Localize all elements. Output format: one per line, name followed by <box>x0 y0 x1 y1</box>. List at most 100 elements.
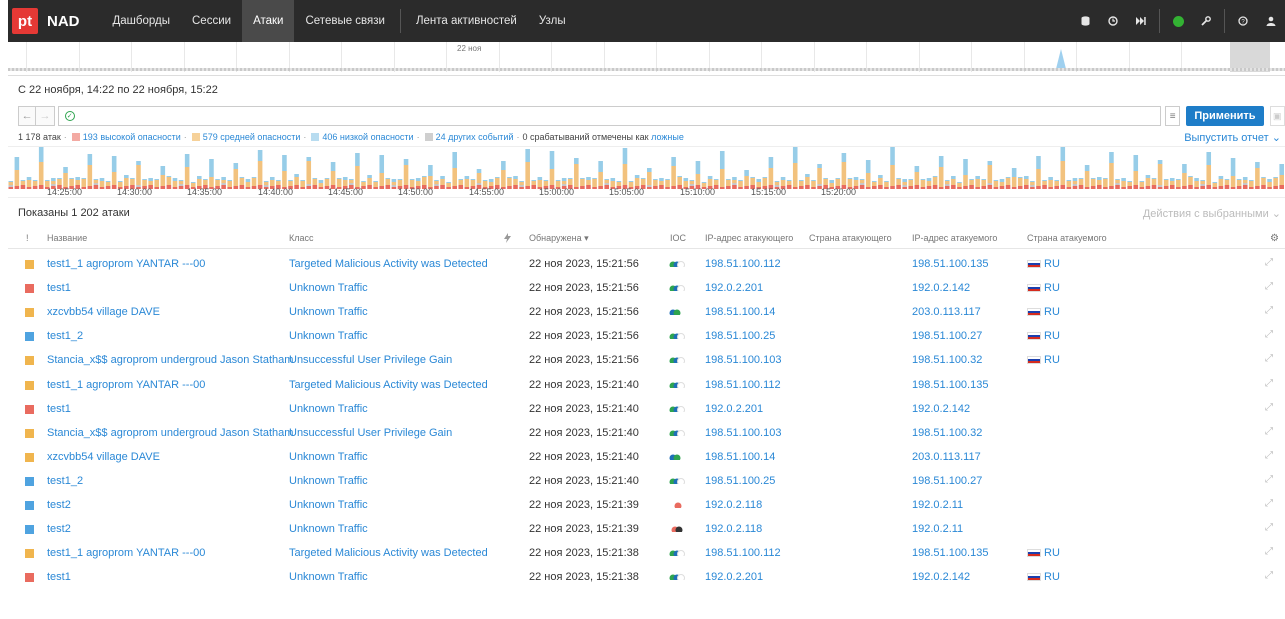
bolt-icon[interactable] <box>504 233 511 245</box>
target-ip-link[interactable]: 192.0.2.11 <box>912 523 963 535</box>
attack-name-link[interactable]: test1_1 agroprom YANTAR ---00 <box>47 379 205 391</box>
target-ip-link[interactable]: 192.0.2.11 <box>912 499 963 511</box>
expand-row-icon[interactable]: ⤢ <box>1265 546 1273 557</box>
table-row[interactable]: test1 Unknown Traffic 22 ноя 2023, 15:21:3… <box>8 565 1285 589</box>
ioc-indicator-icon[interactable] <box>669 381 687 388</box>
table-row[interactable]: xzcvbb54 village DAVE Unknown Traffic 22 н… <box>8 445 1285 469</box>
ioc-indicator-icon[interactable] <box>669 502 687 508</box>
summary-high[interactable]: 193 высокой опасности <box>83 132 181 142</box>
expand-row-icon[interactable]: ⤢ <box>1265 498 1273 509</box>
target-ip-link[interactable]: 198.51.100.27 <box>912 330 982 342</box>
target-ip-link[interactable]: 198.51.100.32 <box>912 427 982 439</box>
target-ip-link[interactable]: 198.51.100.32 <box>912 354 982 366</box>
table-row[interactable]: test1 Unknown Traffic 22 ноя 2023, 15:21:5… <box>8 276 1285 300</box>
bulk-actions-dropdown[interactable]: Действия с выбранными ⌄ <box>1143 207 1281 220</box>
col-severity[interactable]: ! <box>26 233 29 243</box>
expand-row-icon[interactable]: ⤢ <box>1265 522 1273 533</box>
nav-hosts[interactable]: Узлы <box>528 0 577 42</box>
attacker-ip-link[interactable]: 192.0.2.118 <box>705 523 762 535</box>
expand-row-icon[interactable]: ⤢ <box>1265 281 1273 292</box>
expand-row-icon[interactable]: ⤢ <box>1265 402 1273 413</box>
ioc-indicator-icon[interactable] <box>669 574 687 581</box>
table-row[interactable]: test1_1 agroprom YANTAR ---00 Targeted Ma… <box>8 252 1285 276</box>
target-country[interactable]: RU <box>1027 330 1060 342</box>
summary-false-link[interactable]: ложные <box>651 132 684 142</box>
status-ok-icon[interactable] <box>1164 15 1192 27</box>
attack-class-link[interactable]: Unknown Traffic <box>289 571 368 583</box>
apply-button[interactable]: Применить <box>1186 106 1264 126</box>
user-icon[interactable] <box>1257 16 1285 26</box>
menu-icon[interactable]: ≡ <box>1164 106 1181 126</box>
attacker-ip-link[interactable]: 198.51.100.103 <box>705 354 781 366</box>
target-ip-link[interactable]: 198.51.100.135 <box>912 379 988 391</box>
attack-name-link[interactable]: xzcvbb54 village DAVE <box>47 451 160 463</box>
query-input[interactable] <box>80 110 1160 122</box>
summary-other[interactable]: 24 других событий <box>436 132 514 142</box>
attacker-ip-link[interactable]: 192.0.2.201 <box>705 282 763 294</box>
attacker-ip-link[interactable]: 198.51.100.103 <box>705 427 781 439</box>
target-country[interactable]: RU <box>1027 547 1060 559</box>
expand-row-icon[interactable]: ⤢ <box>1265 257 1273 268</box>
table-row[interactable]: Stancia_x$$ agroprom undergroud Jason St… <box>8 348 1285 372</box>
pt-logo[interactable]: pt <box>12 8 38 34</box>
attack-name-link[interactable]: Stancia_x$$ agroprom undergroud Jason St… <box>47 354 293 366</box>
table-row[interactable]: test1_1 agroprom YANTAR ---00 Targeted Ma… <box>8 373 1285 397</box>
save-filter-icon[interactable]: ▣ <box>1269 106 1285 126</box>
attacker-ip-link[interactable]: 198.51.100.14 <box>705 451 775 463</box>
attack-name-link[interactable]: test2 <box>47 499 71 511</box>
target-ip-link[interactable]: 198.51.100.135 <box>912 258 988 270</box>
help-icon[interactable]: ? <box>1229 16 1257 26</box>
attack-class-link[interactable]: Unknown Traffic <box>289 330 368 342</box>
nav-dashboards[interactable]: Дашборды <box>102 0 182 42</box>
ioc-indicator-icon[interactable] <box>669 477 687 484</box>
attack-name-link[interactable]: test1 <box>47 403 71 415</box>
fast-forward-icon[interactable] <box>1127 17 1155 25</box>
target-country[interactable]: RU <box>1027 258 1060 270</box>
target-ip-link[interactable]: 192.0.2.142 <box>912 403 970 415</box>
col-detected[interactable]: Обнаружена ▾ <box>529 233 589 244</box>
target-country[interactable]: RU <box>1027 571 1060 583</box>
attack-class-link[interactable]: Unknown Traffic <box>289 499 368 511</box>
col-dst-ip[interactable]: IP-адрес атакуемого <box>912 233 997 243</box>
ioc-indicator-icon[interactable] <box>669 285 687 292</box>
attack-class-link[interactable]: Unknown Traffic <box>289 306 368 318</box>
table-row[interactable]: test1 Unknown Traffic 22 ноя 2023, 15:21:4… <box>8 397 1285 421</box>
wrench-icon[interactable] <box>1192 16 1220 26</box>
table-row[interactable]: test2 Unknown Traffic 22 ноя 2023, 15:21:3… <box>8 493 1285 517</box>
attack-class-link[interactable]: Unsuccessful User Privilege Gain <box>289 354 452 366</box>
target-country[interactable]: RU <box>1027 354 1060 366</box>
expand-row-icon[interactable]: ⤢ <box>1265 353 1273 364</box>
attack-class-link[interactable]: Targeted Malicious Activity was Detected <box>289 258 488 270</box>
ioc-indicator-icon[interactable] <box>669 526 687 533</box>
ioc-indicator-icon[interactable] <box>669 309 687 316</box>
ioc-indicator-icon[interactable] <box>669 550 687 557</box>
target-ip-link[interactable]: 198.51.100.27 <box>912 475 982 487</box>
nav-attacks[interactable]: Атаки <box>242 0 295 42</box>
expand-row-icon[interactable]: ⤢ <box>1265 426 1273 437</box>
attacker-ip-link[interactable]: 198.51.100.112 <box>705 547 781 559</box>
attack-class-link[interactable]: Unknown Traffic <box>289 282 368 294</box>
attack-name-link[interactable]: Stancia_x$$ agroprom undergroud Jason St… <box>47 427 293 439</box>
col-dst-country[interactable]: Страна атакуемого <box>1027 233 1107 243</box>
summary-low[interactable]: 406 низкой опасности <box>322 132 413 142</box>
expand-row-icon[interactable]: ⤢ <box>1265 305 1273 316</box>
ioc-indicator-icon[interactable] <box>669 405 687 412</box>
attack-class-link[interactable]: Targeted Malicious Activity was Detected <box>289 547 488 559</box>
summary-medium[interactable]: 579 средней опасности <box>203 132 301 142</box>
table-row[interactable]: Stancia_x$$ agroprom undergroud Jason St… <box>8 421 1285 445</box>
attack-name-link[interactable]: test1_2 <box>47 475 83 487</box>
expand-row-icon[interactable]: ⤢ <box>1265 378 1273 389</box>
overview-timeline[interactable]: 22 ноя <box>8 42 1285 76</box>
table-row[interactable]: test1_2 Unknown Traffic 22 ноя 2023, 15:21… <box>8 469 1285 493</box>
issue-report-button[interactable]: Выпустить отчет ⌄ <box>1184 131 1281 144</box>
attacker-ip-link[interactable]: 192.0.2.201 <box>705 403 763 415</box>
target-ip-link[interactable]: 192.0.2.142 <box>912 571 970 583</box>
attacker-ip-link[interactable]: 192.0.2.118 <box>705 499 762 511</box>
ioc-indicator-icon[interactable] <box>669 333 687 340</box>
attack-name-link[interactable]: test1_2 <box>47 330 83 342</box>
attacker-ip-link[interactable]: 198.51.100.112 <box>705 258 781 270</box>
back-arrow-icon[interactable]: ← <box>18 106 37 126</box>
ioc-indicator-icon[interactable] <box>669 454 687 460</box>
col-src-country[interactable]: Страна атакующего <box>809 233 892 243</box>
attack-name-link[interactable]: xzcvbb54 village DAVE <box>47 306 160 318</box>
